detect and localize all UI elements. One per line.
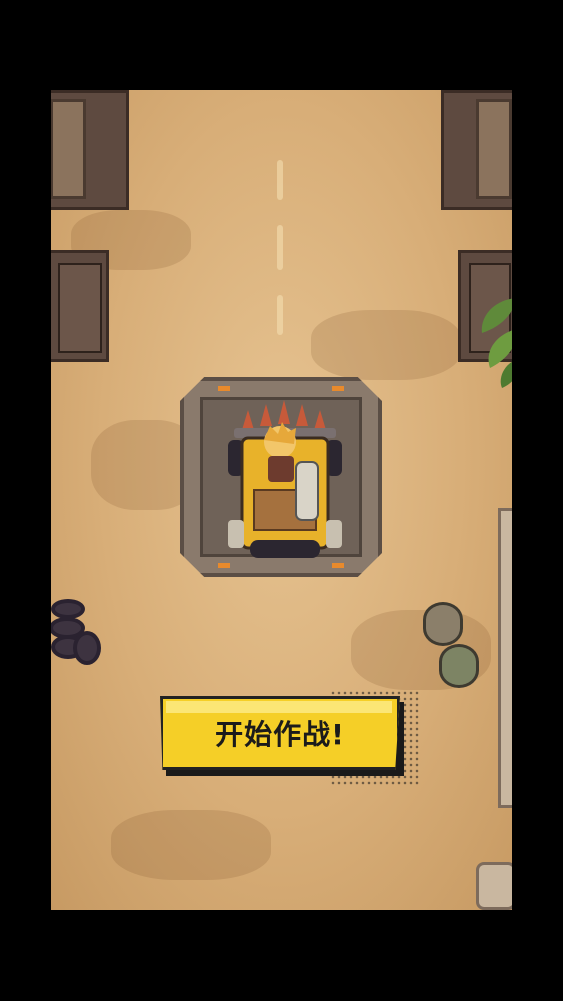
- ground-crack: [311, 310, 461, 380]
- barrel-icon: [439, 644, 479, 688]
- road-marking: [277, 295, 283, 335]
- tire-stack-icon: [51, 595, 103, 665]
- wall-segment: [498, 508, 512, 808]
- road-marking: [277, 225, 283, 270]
- armored-vehicle-icon[interactable]: [220, 400, 350, 570]
- building-icon: [51, 250, 109, 362]
- ground-crack: [111, 810, 271, 880]
- road-marking: [277, 160, 283, 200]
- start-battle-button[interactable]: 开始作战!: [160, 696, 404, 776]
- barrel-icon: [423, 602, 463, 646]
- start-battle-label: 开始作战!: [215, 718, 345, 751]
- plant-icon: [481, 298, 512, 388]
- game-scene: [51, 90, 512, 910]
- building-icon: [441, 90, 512, 210]
- crate: [51, 99, 86, 199]
- building-icon: [51, 90, 129, 210]
- crate: [476, 99, 512, 199]
- wall-segment: [476, 862, 512, 910]
